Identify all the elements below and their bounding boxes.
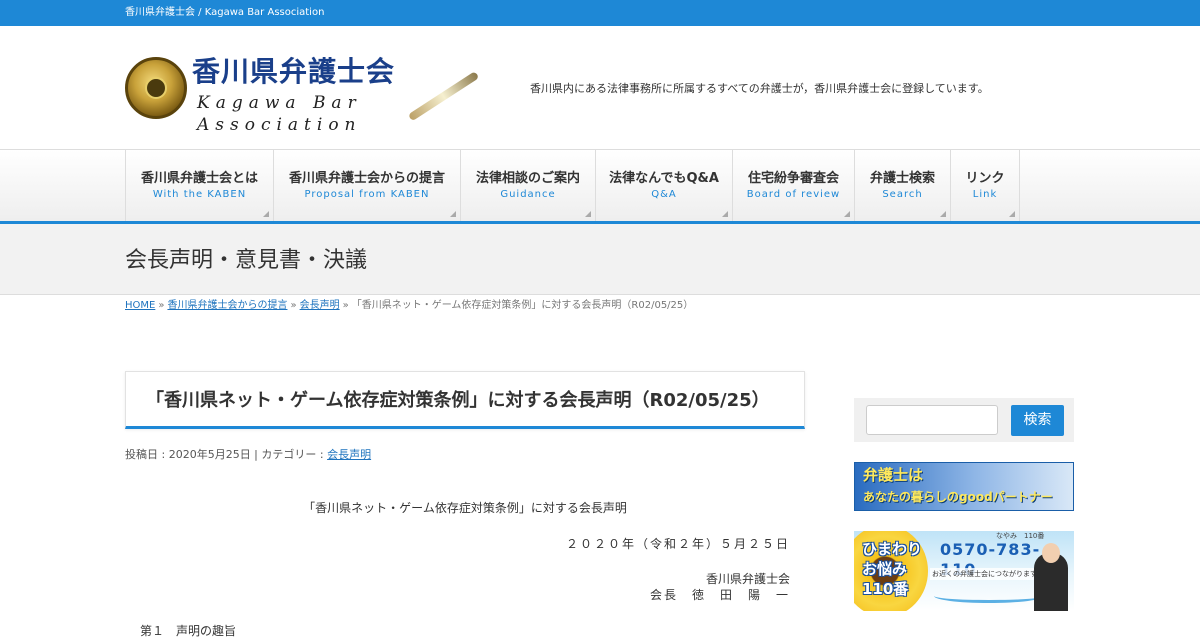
nav-item-guidance[interactable]: 法律相談のご案内 Guidance	[460, 150, 595, 221]
bar-association-emblem-icon	[125, 57, 187, 119]
breadcrumb-statement-link[interactable]: 会長声明	[300, 300, 340, 311]
corner-triangle-icon	[722, 211, 728, 217]
person-face	[1042, 543, 1060, 563]
nav-item-about[interactable]: 香川県弁護士会とは With the KABEN	[125, 150, 273, 221]
banner-tagline: あなたの暮らしのgoodパートナー	[863, 490, 1053, 504]
nav-label: リンク	[965, 171, 1005, 186]
breadcrumb-home-link[interactable]: HOME	[125, 300, 155, 311]
nav-label: 住宅紛争審査会	[747, 171, 839, 186]
breadcrumb-separator: »	[290, 300, 297, 311]
himawari-110-banner[interactable]: ひまわり お悩み 110番 なやみ 110番 0570-783-110 お近くの…	[854, 531, 1074, 611]
nav-sublabel: Link	[972, 189, 998, 200]
breadcrumb-separator: »	[158, 300, 165, 311]
post-meta-text: 投稿日 : 2020年5月25日 | カテゴリー :	[125, 448, 328, 461]
banner-headline: 弁護士は	[863, 466, 924, 484]
corner-triangle-icon	[263, 211, 269, 217]
lawyer-partner-banner[interactable]: 弁護士は あなたの暮らしのgoodパートナー	[854, 462, 1074, 511]
document-organization: 香川県弁護士会	[705, 572, 790, 586]
search-button[interactable]: 検索	[1011, 405, 1064, 436]
corner-triangle-icon	[940, 211, 946, 217]
breadcrumb-current: 「香川県ネット・ゲーム依存症対策条例」に対する会長声明（R02/05/25）	[351, 300, 694, 311]
header-description: 香川県内にある法律事務所に所属するすべての弁護士が，香川県弁護士会に登録していま…	[530, 82, 989, 95]
site-logo[interactable]: 香川県弁護士会 Kagawa Bar Association	[125, 55, 490, 135]
nav-label: 香川県弁護士会からの提言	[288, 171, 445, 186]
breadcrumb: HOME» 香川県弁護士会からの提言» 会長声明» 「香川県ネット・ゲーム依存症対策条…	[125, 300, 693, 312]
nav-sublabel: Proposal from KABEN	[304, 189, 430, 200]
top-bar: 香川県弁護士会 / Kagawa Bar Association	[0, 0, 1200, 26]
himawari-title-line1: ひまわり	[862, 540, 923, 558]
nav-sublabel: Board of review	[746, 189, 841, 200]
breadcrumb-separator: »	[342, 300, 349, 311]
himawari-title-line2: お悩み	[862, 560, 908, 578]
corner-triangle-icon	[450, 211, 456, 217]
post-title: 「香川県ネット・ゲーム依存症対策条例」に対する会長声明（R02/05/25）	[146, 390, 770, 411]
post-title-box: 「香川県ネット・ゲーム依存症対策条例」に対する会長声明（R02/05/25）	[125, 371, 805, 429]
corner-triangle-icon	[1009, 211, 1015, 217]
nav-sublabel: Guidance	[500, 189, 556, 200]
document-date: ２０２０年（令和２年）５月２５日	[565, 537, 790, 551]
top-bar-text: 香川県弁護士会 / Kagawa Bar Association	[125, 7, 325, 18]
post-category-link[interactable]: 会長声明	[327, 448, 371, 461]
page-title: 会長声明・意見書・決議	[125, 248, 368, 273]
search-input[interactable]	[866, 405, 998, 435]
post-meta: 投稿日 : 2020年5月25日 | カテゴリー : 会長声明	[125, 448, 371, 461]
nav-item-board-of-review[interactable]: 住宅紛争審査会 Board of review	[732, 150, 854, 221]
logo-title: 香川県弁護士会	[192, 55, 396, 88]
nav-sublabel: Q&A	[651, 189, 677, 200]
nav-label: 香川県弁護士会とは	[140, 171, 258, 186]
nav-sublabel: Search	[882, 189, 923, 200]
nav-item-links[interactable]: リンク Link	[950, 150, 1020, 221]
nav-sublabel: With the KABEN	[152, 189, 247, 200]
sidebar-search: 検索	[854, 398, 1074, 442]
himawari-title-line3: 110番	[862, 580, 909, 598]
main-navigation: 香川県弁護士会とは With the KABEN 香川県弁護士会からの提言 Pr…	[0, 149, 1200, 224]
nav-item-qa[interactable]: 法律なんでもQ&A Q&A	[595, 150, 732, 221]
nav-label: 法律相談のご案内	[475, 171, 580, 186]
document-heading: 「香川県ネット・ゲーム依存症対策条例」に対する会長声明	[303, 501, 627, 515]
nav-item-lawyer-search[interactable]: 弁護士検索 Search	[854, 150, 950, 221]
himawari-subtext: お近くの弁護士会につながります	[930, 568, 1039, 580]
swoosh-decoration	[934, 589, 1044, 603]
himawari-title: ひまわり お悩み 110番	[862, 539, 922, 599]
nav-label: 法律なんでもQ&A	[609, 171, 719, 186]
document-section-heading: 第１ 声明の趣旨	[140, 624, 237, 638]
nav-label: 弁護士検索	[869, 171, 935, 186]
nav-item-proposal[interactable]: 香川県弁護士会からの提言 Proposal from KABEN	[273, 150, 460, 221]
corner-triangle-icon	[844, 211, 850, 217]
site-header: 香川県弁護士会 Kagawa Bar Association 香川県内にある法律…	[0, 26, 1200, 149]
breadcrumb-proposal-link[interactable]: 香川県弁護士会からの提言	[167, 300, 287, 311]
corner-triangle-icon	[585, 211, 591, 217]
document-president: 会長 徳 田 陽 一	[649, 588, 790, 602]
page-banner: 会長声明・意見書・決議	[0, 224, 1200, 295]
